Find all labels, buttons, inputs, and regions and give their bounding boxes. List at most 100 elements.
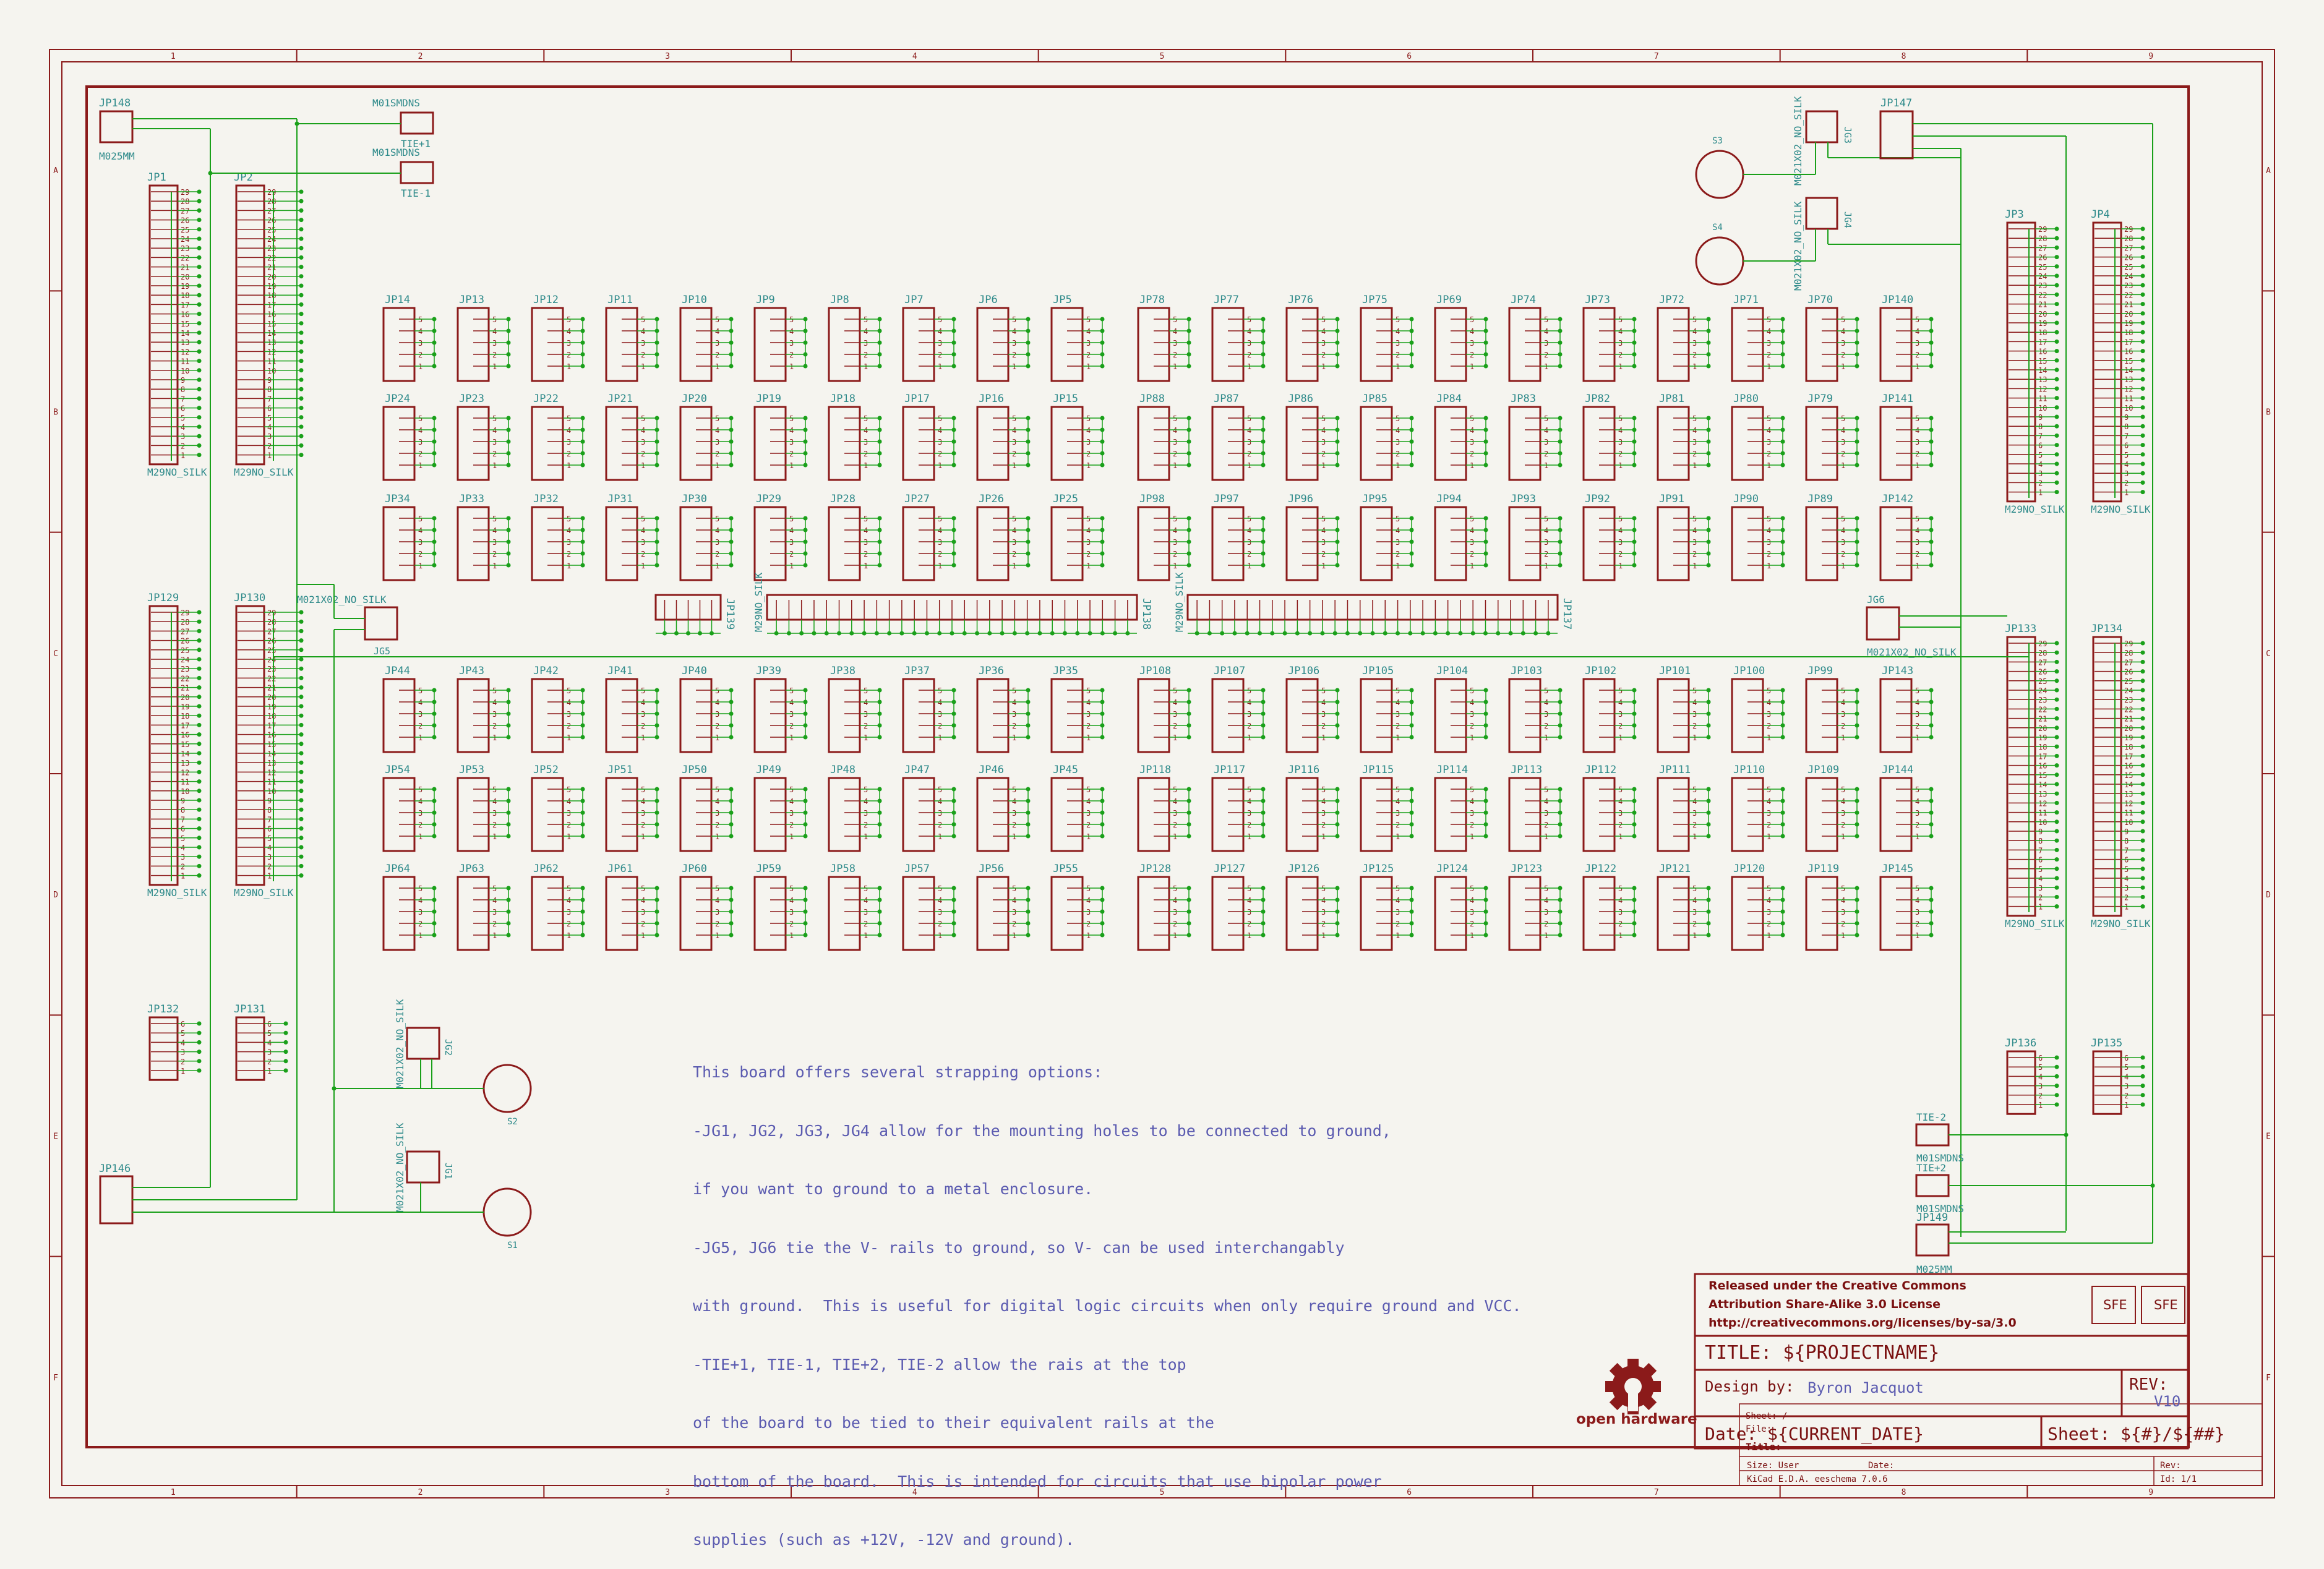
pin-number: 4 [1396,698,1400,707]
junction-dot [197,274,202,279]
pin-number: 4 [1086,797,1091,806]
jp146-body [99,1175,134,1225]
pin-number: 1 [1012,931,1016,940]
pin-number: 18 [267,712,276,720]
pin-number: 3 [1396,438,1400,447]
pin-number: 3 [715,908,719,917]
mounting-hole-s1 [482,1187,532,1237]
grid-header-jp79-ref: JP79 [1807,393,1833,405]
pin-number: 4 [1692,327,1697,336]
pin-number: 4 [1173,698,1177,707]
pin-number: 22 [2124,705,2133,714]
pin-number: 8 [181,806,185,814]
junction-dot [2054,894,2059,899]
jp149-ref: JP149 [1916,1212,1948,1224]
pin-number: 1 [1767,931,1771,940]
pin-number: 1 [1321,461,1326,470]
pin-number: 2 [267,862,272,871]
pin-number: 3 [1012,908,1016,917]
grid-header-jp82-ref: JP82 [1585,393,1610,405]
pin-number: 19 [2124,733,2133,742]
pin-number: 4 [1544,797,1548,806]
pin-number: 4 [492,327,497,336]
pin-number: 5 [1618,414,1623,423]
pin-number: 1 [1767,562,1771,570]
grid-header-jp69-ref: JP69 [1436,294,1462,306]
pin-number: 3 [1173,908,1177,917]
pin-number: 20 [267,273,276,281]
pin-number: 12 [267,768,276,777]
pin-number: 14 [267,750,276,758]
pin-number: 1 [1086,931,1091,940]
pin-number: 3 [1915,710,1919,719]
pin-number: 3 [864,339,868,348]
pin-number: 22 [2038,705,2047,714]
jg6-body [1866,606,1900,641]
junction-dot [2140,264,2145,269]
pin-number: 5 [1841,414,1845,423]
pin-number: 3 [789,339,794,348]
pin-number: 1 [1247,362,1251,371]
pin-number: 18 [2038,743,2047,751]
pin-number: 5 [418,515,422,523]
junction-dot [2150,1183,2155,1188]
junction-dot [2140,735,2145,740]
junction-dot [2140,255,2145,260]
pin-number: 3 [641,339,645,348]
grid-header-jp109-ref: JP109 [1807,764,1839,776]
junction-dot [2140,800,2145,805]
pin-number: 2 [1321,722,1326,730]
grid-header-jp48-ref: JP48 [830,764,855,776]
junction-dot [2140,772,2145,777]
pin-number: 4 [1544,526,1548,535]
pin-number: 1 [641,362,645,371]
pin-number: 1 [715,733,719,742]
grid-header-jp56-ref: JP56 [979,863,1004,875]
pin-number: 1 [938,562,942,570]
jp148-body [99,110,134,143]
pin-number: 4 [492,426,497,435]
pin-number: 2 [938,920,942,928]
jp147-body [1879,110,1914,160]
pin-number: 5 [1915,515,1919,523]
pin-number: 2 [2038,1092,2043,1100]
pin-number: 16 [267,310,276,319]
grid-header-jp86-ref: JP86 [1288,393,1313,405]
junction-dot [2140,725,2145,730]
pin-number: 1 [1247,461,1251,470]
pin-number: 2 [1692,351,1697,359]
pin-number: 5 [1767,515,1771,523]
junction-dot [2140,838,2145,843]
pin-number: 23 [181,244,189,253]
grid-header-jp91-ref: JP91 [1659,493,1684,505]
col-marker: 3 [665,1488,670,1497]
grid-header-jp80-ref: JP80 [1733,393,1759,405]
pin-number: 4 [1692,526,1697,535]
pin-number: 5 [1470,884,1474,893]
junction-dot [2054,471,2059,476]
s3-ref: S3 [1712,136,1723,146]
pin-number: 21 [2124,715,2133,724]
pin-number: 5 [864,785,868,794]
pin-number: 3 [864,809,868,818]
pin-number: 28 [2124,649,2133,657]
junction-dot [2054,311,2059,316]
pin-number: 29 [2124,225,2133,234]
pin-number: 5 [567,515,571,523]
grid-header-jp59-ref: JP59 [756,863,781,875]
pin-number: 1 [1470,362,1474,371]
pin-number: 4 [492,526,497,535]
pin-number: 11 [267,778,276,787]
pin-number: 7 [267,395,272,403]
pin-number: 1 [1396,362,1400,371]
junction-dot [299,330,304,335]
pin-number: 17 [267,721,276,730]
pin-number: 1 [1544,562,1548,570]
pin-number: 5 [1012,785,1016,794]
pin-number: 1 [1173,931,1177,940]
pin-number: 3 [1321,339,1326,348]
pin-number: 12 [2124,799,2133,808]
pin-number: 1 [1321,362,1326,371]
pin-number: 1 [567,733,571,742]
pin-number: 4 [789,426,794,435]
